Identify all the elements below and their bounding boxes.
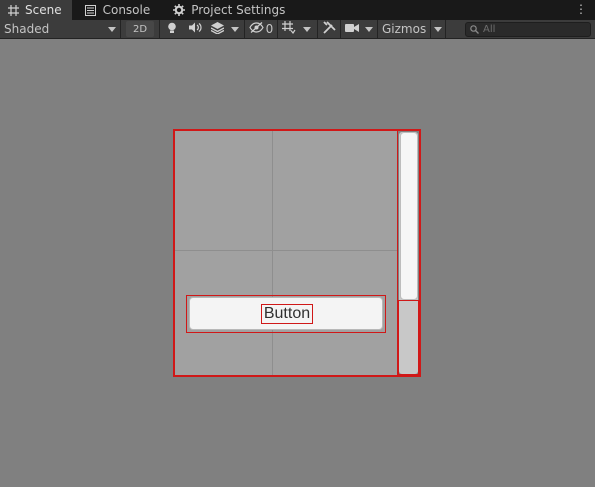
toolbar-divider: [120, 19, 121, 39]
chevron-down-icon: [434, 26, 443, 32]
gear-icon: [172, 3, 186, 17]
grid-snap-icon: [282, 21, 296, 37]
tab-console-label: Console: [102, 3, 151, 17]
toolbar-divider: [445, 19, 447, 39]
tab-console[interactable]: Console: [78, 0, 161, 20]
audio-toggle-button[interactable]: [184, 20, 206, 39]
hidden-eye-icon: [248, 22, 264, 36]
center-guide-vertical: [272, 131, 273, 375]
lightbulb-icon: [167, 22, 177, 37]
scene-visibility-button[interactable]: 0: [245, 20, 277, 39]
tools-icon: [322, 21, 336, 37]
scrollbar-handle[interactable]: [400, 132, 418, 300]
layers-icon: [210, 21, 224, 37]
camera-button[interactable]: [341, 20, 363, 39]
camera-icon: [345, 22, 359, 36]
scrollbar-sliding-area-outline: [398, 300, 419, 375]
tab-scene-label: Scene: [25, 3, 62, 17]
gizmos-caret[interactable]: [431, 20, 445, 39]
tab-project-settings-label: Project Settings: [191, 3, 286, 17]
more-options-icon[interactable]: ⋮: [575, 2, 587, 16]
chevron-down-icon: [365, 26, 373, 32]
scene-ui-button-label: Button: [261, 304, 313, 324]
tab-scene[interactable]: Scene: [0, 0, 72, 20]
search-icon: [470, 25, 479, 34]
viewport-outline: [174, 130, 398, 376]
console-icon: [84, 3, 98, 17]
2d-mode-button[interactable]: 2D: [126, 21, 154, 37]
tools-button[interactable]: [318, 20, 340, 39]
scene-view[interactable]: Button: [0, 40, 595, 487]
editor-tab-bar: Scene Console Project Settings ⋮: [0, 0, 595, 20]
search-input[interactable]: All: [465, 22, 591, 37]
tab-project-settings[interactable]: Project Settings: [166, 0, 295, 20]
effects-dropdown-button[interactable]: [206, 20, 228, 39]
chevron-down-icon: [108, 26, 116, 32]
lighting-toggle-button[interactable]: [160, 20, 184, 39]
chevron-down-icon: [303, 26, 311, 32]
hidden-count: 0: [265, 22, 274, 36]
search-placeholder: All: [483, 24, 496, 35]
grid-snapping-button[interactable]: [278, 20, 300, 39]
grid-icon: [6, 3, 20, 17]
gizmos-button[interactable]: Gizmos: [378, 20, 430, 39]
grid-caret[interactable]: [300, 20, 314, 39]
draw-mode-label: Shaded: [4, 22, 50, 36]
speaker-icon: [188, 22, 202, 36]
camera-caret[interactable]: [363, 20, 375, 39]
chevron-down-icon: [231, 26, 239, 32]
draw-mode-dropdown[interactable]: Shaded: [0, 20, 120, 39]
center-guide-horizontal: [175, 250, 397, 251]
effects-caret[interactable]: [228, 20, 242, 39]
